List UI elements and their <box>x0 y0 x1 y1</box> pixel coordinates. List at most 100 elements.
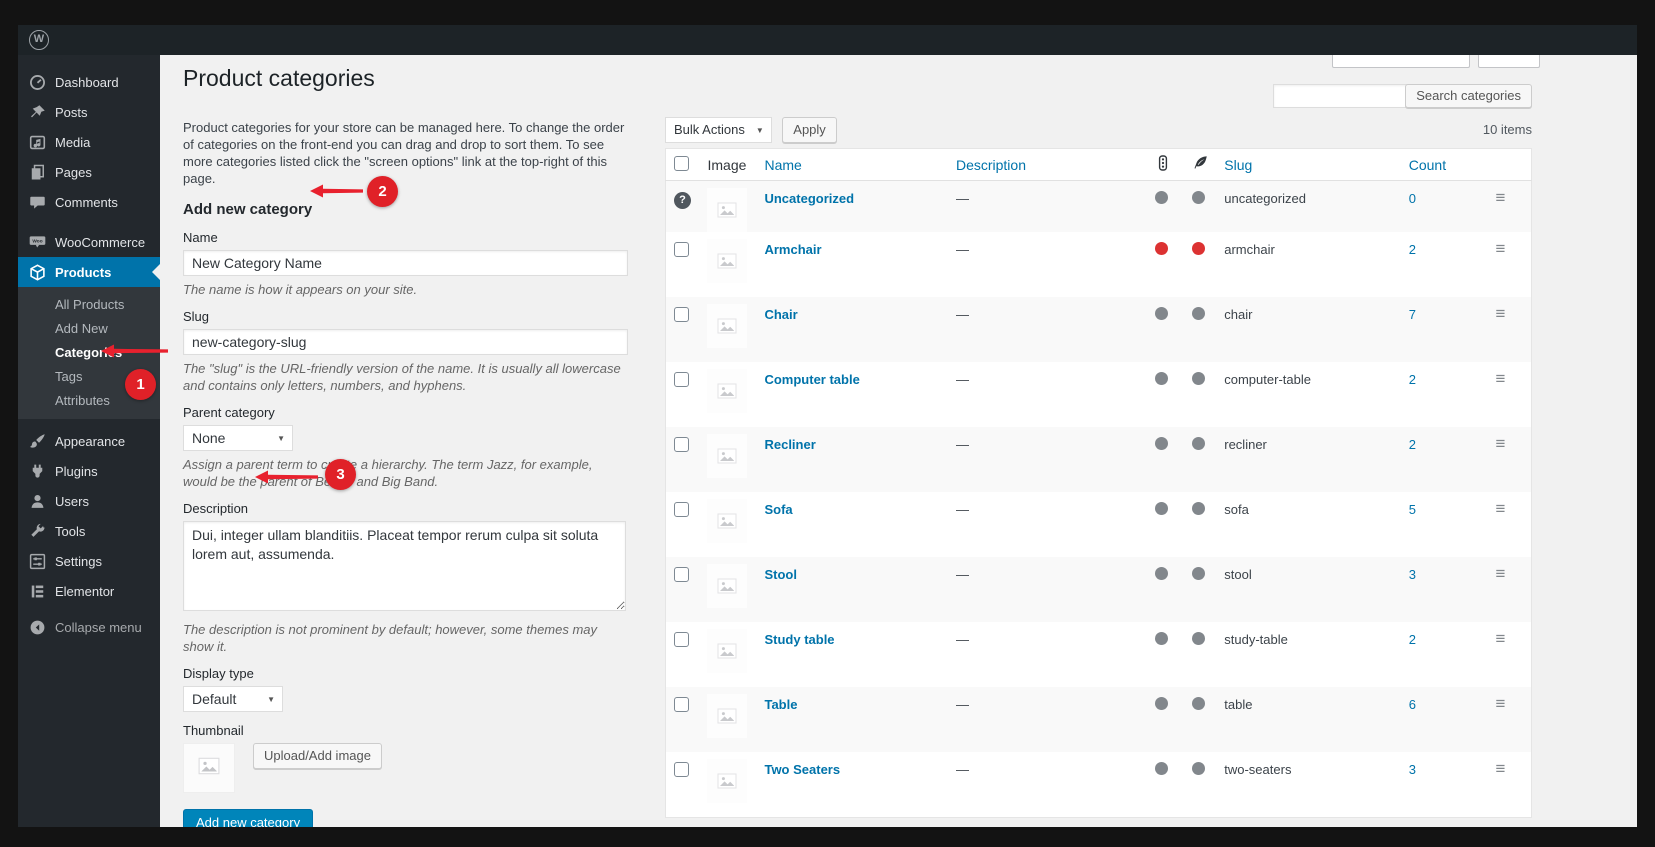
status-dot[interactable] <box>1155 307 1169 320</box>
status-dot[interactable] <box>1192 632 1206 645</box>
category-count-link[interactable]: 2 <box>1409 242 1416 257</box>
sidebar-item-tools[interactable]: Tools <box>18 516 160 546</box>
sidebar-item-plugins[interactable]: Plugins <box>18 456 160 486</box>
category-name-link[interactable]: Armchair <box>764 242 821 257</box>
sidebar-item-pages[interactable]: Pages <box>18 157 160 187</box>
row-checkbox[interactable] <box>674 567 689 582</box>
row-checkbox[interactable] <box>674 242 689 257</box>
collapse-menu-button[interactable]: Collapse menu <box>18 612 160 642</box>
status-dot[interactable] <box>1155 762 1169 775</box>
category-count-link[interactable]: 2 <box>1409 632 1416 647</box>
category-description-textarea[interactable]: Dui, integer ullam blanditiis. Placeat t… <box>183 521 626 611</box>
status-dot[interactable] <box>1192 191 1206 204</box>
category-name-link[interactable]: Study table <box>764 632 834 647</box>
column-header-count[interactable]: Count <box>1409 157 1446 173</box>
status-dot[interactable] <box>1192 762 1206 775</box>
sidebar-item-media[interactable]: Media <box>18 127 160 157</box>
status-dot[interactable] <box>1192 567 1206 580</box>
drag-handle-icon[interactable]: ≡ <box>1496 629 1506 648</box>
sidebar-item-elementor[interactable]: Elementor <box>18 576 160 606</box>
row-checkbox[interactable] <box>674 632 689 647</box>
status-dot[interactable] <box>1155 242 1169 255</box>
row-checkbox[interactable] <box>674 762 689 777</box>
sidebar-item-woocommerce[interactable]: Woo WooCommerce <box>18 227 160 257</box>
status-dot[interactable] <box>1192 372 1206 385</box>
row-checkbox[interactable] <box>674 502 689 517</box>
sidebar-item-posts[interactable]: Posts <box>18 97 160 127</box>
category-count-link[interactable]: 6 <box>1409 697 1416 712</box>
category-name-link[interactable]: Computer table <box>764 372 859 387</box>
category-count-link[interactable]: 7 <box>1409 307 1416 322</box>
status-dot[interactable] <box>1192 697 1206 710</box>
sidebar-label: Pages <box>55 164 92 180</box>
status-dot[interactable] <box>1192 437 1206 450</box>
row-checkbox[interactable] <box>674 697 689 712</box>
category-name-input[interactable] <box>183 250 628 276</box>
sidebar-item-users[interactable]: Users <box>18 486 160 516</box>
category-count-link[interactable]: 5 <box>1409 502 1416 517</box>
help-question-icon[interactable]: ? <box>674 192 691 209</box>
sidebar-item-appearance[interactable]: Appearance <box>18 426 160 456</box>
submenu-item-add-new[interactable]: Add New <box>18 317 160 341</box>
drag-handle-icon[interactable]: ≡ <box>1496 239 1506 258</box>
category-name-link[interactable]: Table <box>764 697 797 712</box>
drag-handle-icon[interactable]: ≡ <box>1496 694 1506 713</box>
category-slug: uncategorized <box>1224 191 1306 206</box>
status-dot[interactable] <box>1155 372 1169 385</box>
sidebar-item-dashboard[interactable]: Dashboard <box>18 67 160 97</box>
category-name-link[interactable]: Two Seaters <box>764 762 840 777</box>
search-categories-button[interactable]: Search categories <box>1405 84 1532 108</box>
category-name-link[interactable]: Recliner <box>764 437 815 452</box>
category-name-link[interactable]: Sofa <box>764 502 792 517</box>
sidebar-item-products[interactable]: Products <box>18 257 160 287</box>
row-checkbox[interactable] <box>674 372 689 387</box>
category-name-link[interactable]: Chair <box>764 307 797 322</box>
add-new-category-button[interactable]: Add new category <box>183 809 314 827</box>
products-cube-icon <box>29 263 46 281</box>
category-name-link[interactable]: Uncategorized <box>764 191 854 206</box>
category-slug: computer-table <box>1224 372 1311 387</box>
sidebar-label: WooCommerce <box>55 234 146 250</box>
column-header-name[interactable]: Name <box>764 157 801 173</box>
row-checkbox[interactable] <box>674 437 689 452</box>
bulk-actions-select[interactable]: Bulk Actions ▼ <box>665 117 772 143</box>
status-dot[interactable] <box>1155 502 1169 515</box>
drag-handle-icon[interactable]: ≡ <box>1496 369 1506 388</box>
upload-add-image-button[interactable]: Upload/Add image <box>253 743 382 769</box>
drag-handle-icon[interactable]: ≡ <box>1496 434 1506 453</box>
parent-category-value: None <box>192 430 226 446</box>
status-dot[interactable] <box>1192 242 1206 255</box>
drag-handle-icon[interactable]: ≡ <box>1496 759 1506 778</box>
category-slug-input[interactable] <box>183 329 628 355</box>
sidebar-item-settings[interactable]: Settings <box>18 546 160 576</box>
display-type-select[interactable]: Default ▼ <box>183 686 283 712</box>
status-dot[interactable] <box>1155 632 1169 645</box>
drag-handle-icon[interactable]: ≡ <box>1496 564 1506 583</box>
apply-button[interactable]: Apply <box>782 117 837 143</box>
search-input[interactable] <box>1273 84 1418 108</box>
column-header-slug[interactable]: Slug <box>1224 157 1252 173</box>
submenu-item-all-products[interactable]: All Products <box>18 293 160 317</box>
category-count-link[interactable]: 2 <box>1409 437 1416 452</box>
drag-handle-icon[interactable]: ≡ <box>1496 499 1506 518</box>
status-dot[interactable] <box>1155 697 1169 710</box>
sidebar-item-comments[interactable]: Comments <box>18 187 160 217</box>
column-header-description[interactable]: Description <box>956 157 1026 173</box>
status-dot[interactable] <box>1155 191 1169 204</box>
drag-handle-icon[interactable]: ≡ <box>1496 188 1506 207</box>
wordpress-logo-icon[interactable]: W <box>29 30 49 50</box>
select-all-checkbox[interactable] <box>674 155 689 171</box>
status-dot[interactable] <box>1155 567 1169 580</box>
status-dot[interactable] <box>1155 437 1169 450</box>
row-checkbox[interactable] <box>674 307 689 322</box>
category-count-link[interactable]: 2 <box>1409 372 1416 387</box>
status-dot[interactable] <box>1192 502 1206 515</box>
category-count-link[interactable]: 3 <box>1409 762 1416 777</box>
status-dot[interactable] <box>1192 307 1206 320</box>
category-name-link[interactable]: Stool <box>764 567 797 582</box>
drag-handle-icon[interactable]: ≡ <box>1496 304 1506 323</box>
parent-category-select[interactable]: None ▼ <box>183 425 293 451</box>
category-count-link[interactable]: 0 <box>1409 191 1416 206</box>
submenu-item-categories[interactable]: Categories <box>18 341 160 365</box>
category-count-link[interactable]: 3 <box>1409 567 1416 582</box>
